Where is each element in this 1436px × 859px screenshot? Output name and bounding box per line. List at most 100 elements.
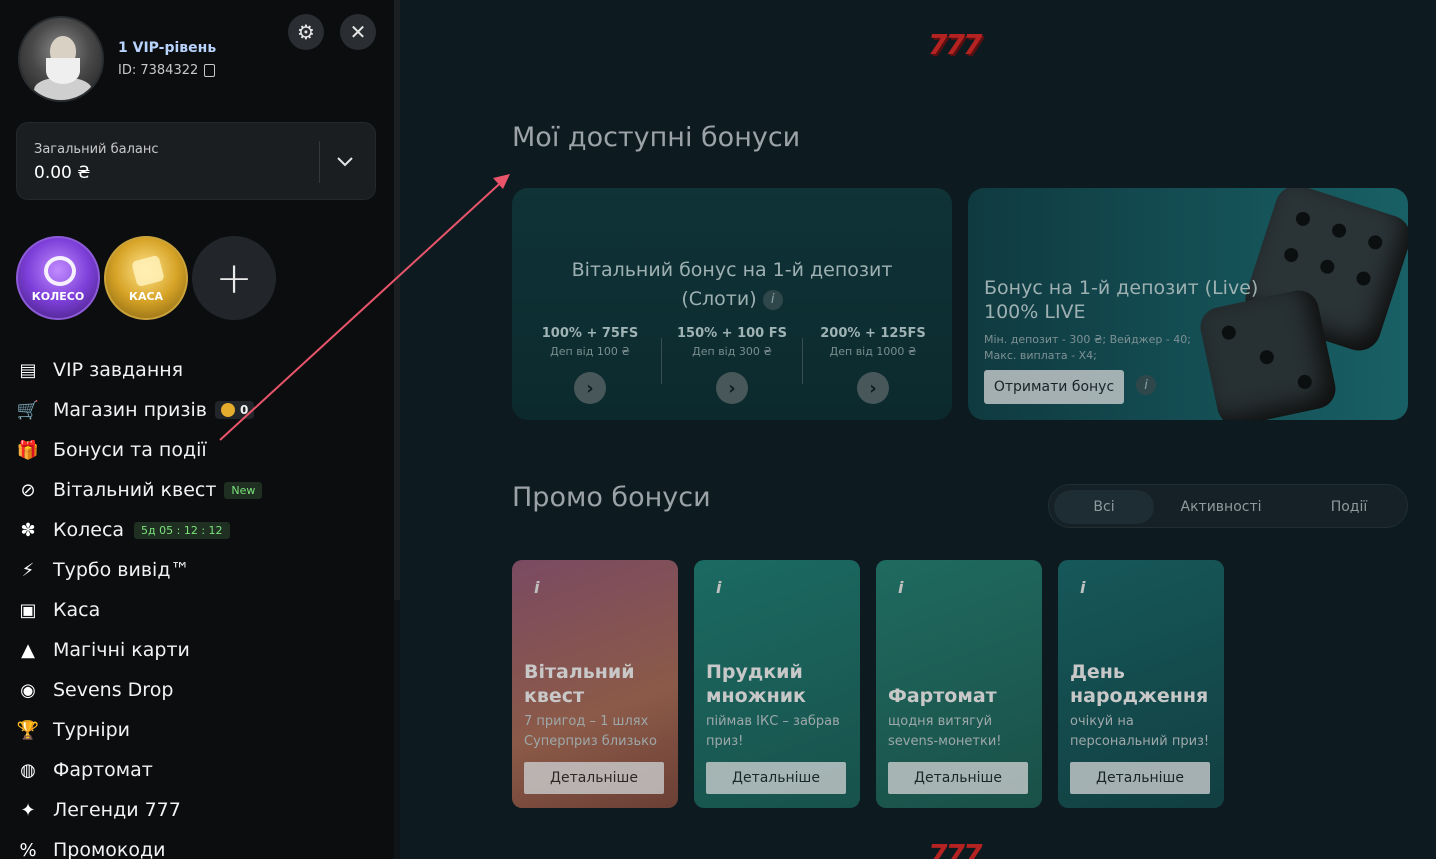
sidebar-item-label: Магічні карти — [53, 639, 190, 661]
bonus-tier: 100% + 75FS Деп від 100 ₴ › — [520, 326, 660, 404]
info-icon[interactable]: i — [534, 578, 539, 597]
sidebar-item-promo-codes[interactable]: % Промокоди — [16, 830, 386, 859]
sidebar-item-welcome-quest[interactable]: ⊘ Вітальний квест New — [16, 470, 386, 510]
sidebar-item-label: Вітальний квест — [53, 479, 217, 501]
promo-description: щодня витягуй sevens-монетки! — [888, 714, 1002, 749]
sidebar-item-cashier[interactable]: ▣ Каса — [16, 590, 386, 630]
promo-title: День народження — [1070, 661, 1209, 707]
vip-tasks-icon: ▤ — [19, 359, 37, 381]
fartomat-icon: ◍ — [20, 759, 36, 781]
live-bonus-title: Бонус на 1-й депозит (Live) 100% LIVE — [984, 276, 1258, 324]
tier-deposit: Деп від 1000 ₴ — [829, 345, 917, 358]
main-content: 777 Мої доступні бонуси Вітальний бонус … — [400, 0, 1436, 859]
vip-level: 1 VIP-рівень — [118, 40, 217, 56]
chevron-right-icon[interactable]: › — [857, 372, 889, 404]
bonus-tier: 150% + 100 FS Деп від 300 ₴ › — [662, 326, 802, 404]
tier-amount: 200% + 125FS — [820, 326, 926, 341]
wheel-shortcut[interactable]: КОЛЕСО — [16, 236, 100, 320]
welcome-bonus-title-line2: (Слоти) i — [512, 285, 952, 314]
wheel-logo-icon — [44, 256, 76, 286]
gear-icon: ⚙ — [297, 20, 315, 44]
promo-title: Вітальний квест — [524, 661, 635, 707]
promo-card-fartomat[interactable]: i Фартомат щодня витягуй sevens-монетки!… — [876, 560, 1042, 808]
sidebar-item-label: Каса — [53, 599, 101, 621]
lightning-icon: ⚡ — [21, 559, 35, 581]
sidebar-item-turbo-withdraw[interactable]: ⚡ Турбо вивід™ — [16, 550, 386, 590]
sidebar-item-label: Магазин призів — [53, 399, 207, 421]
tier-amount: 100% + 75FS — [541, 326, 639, 341]
timer-badge: 5д 05 : 12 : 12 — [134, 521, 230, 539]
wallet-icon: ▣ — [19, 599, 37, 621]
live-bonus-card: Бонус на 1-й депозит (Live) 100% LIVE Мі… — [968, 188, 1408, 420]
wizard-hat-icon: ▲ — [21, 639, 35, 661]
avatar[interactable] — [18, 16, 104, 102]
sidebar-item-label: Турбо вивід™ — [53, 559, 190, 581]
promo-card-welcome-quest[interactable]: i Вітальний квест 7 пригод – 1 шлях Супе… — [512, 560, 678, 808]
live-bonus-title-line1: Бонус на 1-й депозит (Live) — [984, 277, 1259, 299]
live-bonus-terms-line2: Макс. виплата - X4; — [984, 349, 1097, 362]
details-button[interactable]: Детальніше — [706, 762, 846, 794]
laurel-icon: ✦ — [20, 799, 36, 821]
trophy-icon: 🏆 — [16, 719, 40, 741]
sidebar-item-wheels[interactable]: ✽ Колеса 5д 05 : 12 : 12 — [16, 510, 386, 550]
coin-icon — [221, 403, 235, 417]
compass-icon: ⊘ — [20, 479, 36, 501]
sidebar-item-label: Турніри — [53, 719, 131, 741]
sidebar-item-magic-cards[interactable]: ▲ Магічні карти — [16, 630, 386, 670]
sidebar-item-tournaments[interactable]: 🏆 Турніри — [16, 710, 386, 750]
settings-button[interactable]: ⚙ — [288, 14, 324, 50]
sidebar-item-fartomat[interactable]: ◍ Фартомат — [16, 750, 386, 790]
get-bonus-button[interactable]: Отримати бонус — [984, 370, 1124, 404]
drop-icon: ◉ — [20, 679, 36, 701]
sidebar-item-label: Промокоди — [53, 839, 166, 859]
promo-card-multiplier[interactable]: i Прудкий множник піймав ІКС – забрав пр… — [694, 560, 860, 808]
balance-panel[interactable]: Загальний баланс 0.00 ₴ — [16, 122, 376, 200]
copy-icon[interactable] — [204, 64, 216, 77]
info-icon[interactable]: i — [1136, 375, 1156, 395]
chevron-right-icon[interactable]: › — [574, 372, 606, 404]
details-button[interactable]: Детальніше — [1070, 762, 1210, 794]
chevron-right-icon[interactable]: › — [716, 372, 748, 404]
sidebar-menu: ▤ VIP завдання 🛒 Магазин призів 0 🎁 Бону… — [16, 350, 386, 859]
sidebar-item-label: Бонуси та події — [53, 439, 207, 461]
new-badge: New — [224, 481, 263, 499]
details-button[interactable]: Детальніше — [888, 762, 1028, 794]
promo-description: очікуй на персональний приз! — [1070, 714, 1210, 749]
tab-events[interactable]: Події — [1299, 490, 1399, 524]
info-icon[interactable]: i — [1080, 578, 1085, 597]
sidebar-item-bonuses[interactable]: 🎁 Бонуси та події — [16, 430, 386, 470]
chevron-down-icon[interactable] — [335, 151, 355, 171]
welcome-bonus-card: Вітальний бонус на 1-й депозит (Слоти) i… — [512, 188, 952, 420]
coin-count: 0 — [240, 403, 249, 417]
sidebar-item-label: Колеса — [53, 519, 125, 541]
cash-shortcut[interactable]: КАСА — [104, 236, 188, 320]
welcome-bonus-title-line1: Вітальний бонус на 1-й депозит — [571, 259, 893, 281]
promo-description: піймав ІКС – забрав приз! — [706, 714, 840, 749]
divider — [319, 141, 320, 183]
promo-title: Фартомат — [888, 685, 997, 707]
info-icon[interactable]: i — [898, 578, 903, 597]
sidebar-item-prize-shop[interactable]: 🛒 Магазин призів 0 — [16, 390, 386, 430]
user-id-text: ID: 7384322 — [118, 63, 199, 78]
balance-value: 0.00 ₴ — [34, 163, 91, 183]
close-button[interactable]: ✕ — [340, 14, 376, 50]
site-logo[interactable]: 777 — [928, 28, 982, 61]
plus-icon: + — [215, 252, 253, 304]
sidebar-item-sevens-drop[interactable]: ◉ Sevens Drop — [16, 670, 386, 710]
details-button[interactable]: Детальніше — [524, 762, 664, 794]
promo-description: 7 пригод – 1 шлях Суперприз близько — [524, 714, 657, 749]
welcome-bonus-title: Вітальний бонус на 1-й депозит (Слоти) i — [512, 256, 952, 314]
bonus-tier: 200% + 125FS Деп від 1000 ₴ › — [803, 326, 943, 404]
info-icon[interactable]: i — [762, 289, 783, 310]
add-shortcut-button[interactable]: + — [192, 236, 276, 320]
tab-all[interactable]: Всі — [1054, 490, 1154, 524]
sidebar-item-label: VIP завдання — [53, 359, 184, 381]
tab-activities[interactable]: Активності — [1171, 490, 1271, 524]
promo-card-birthday[interactable]: i День народження очікуй на персональний… — [1058, 560, 1224, 808]
welcome-bonus-title-line2-text: (Слоти) — [681, 288, 757, 310]
sidebar-item-vip-tasks[interactable]: ▤ VIP завдання — [16, 350, 386, 390]
info-icon[interactable]: i — [716, 578, 721, 597]
sidebar-item-label: Sevens Drop — [53, 679, 174, 701]
sidebar-item-legends[interactable]: ✦ Легенди 777 — [16, 790, 386, 830]
live-bonus-title-line2: 100% LIVE — [984, 301, 1086, 323]
